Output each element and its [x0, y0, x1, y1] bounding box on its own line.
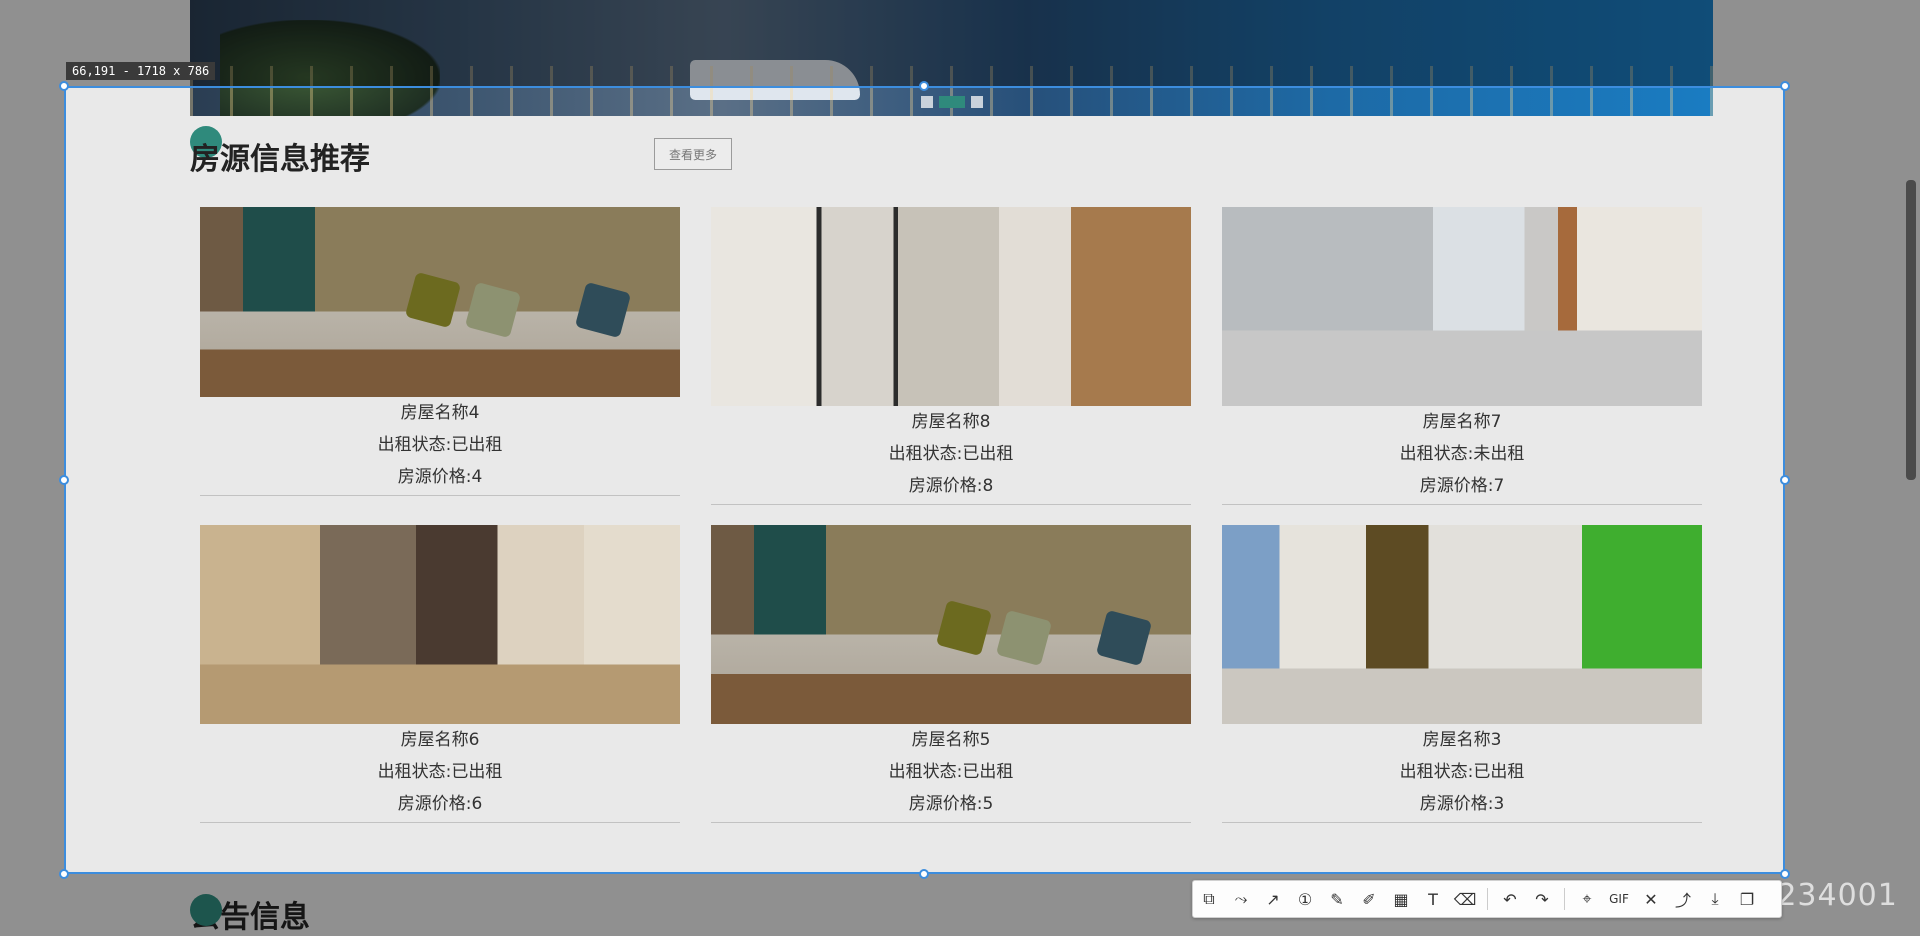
cancel-icon[interactable]: ✕ — [1635, 883, 1667, 915]
number-icon[interactable]: ① — [1289, 883, 1321, 915]
mosaic-icon[interactable]: ▦ — [1385, 883, 1417, 915]
polyline-icon[interactable]: ⤳ — [1225, 883, 1257, 915]
resize-handle-ne[interactable] — [1780, 81, 1790, 91]
share-icon[interactable]: ⤴ — [1667, 883, 1699, 915]
resize-handle-sw[interactable] — [59, 869, 69, 879]
toolbar-separator — [1487, 888, 1488, 910]
resize-handle-nw[interactable] — [59, 81, 69, 91]
download-icon[interactable]: ⤓ — [1699, 883, 1731, 915]
pen-icon[interactable]: ✎ — [1321, 883, 1353, 915]
copy-icon[interactable]: ❐ — [1731, 883, 1763, 915]
highlighter-icon[interactable]: ✐ — [1353, 883, 1385, 915]
resize-handle-s[interactable] — [919, 869, 929, 879]
shape-icon[interactable]: ⧉ — [1193, 883, 1225, 915]
dim-overlay — [0, 0, 1920, 86]
redo-icon[interactable]: ↷ — [1526, 883, 1558, 915]
resize-handle-n[interactable] — [919, 81, 929, 91]
eraser-icon[interactable]: ⌫ — [1449, 883, 1481, 915]
undo-icon[interactable]: ↶ — [1494, 883, 1526, 915]
resize-handle-w[interactable] — [59, 475, 69, 485]
dim-overlay — [1785, 86, 1920, 874]
pin-icon[interactable]: ⌖ — [1571, 883, 1603, 915]
capture-toolbar: ⧉ ⤳ ↗ ① ✎ ✐ ▦ T ⌫ ↶ ↷ ⌖ GIF ✕ ⤴ ⤓ ❐ — [1192, 880, 1782, 918]
text-icon[interactable]: T — [1417, 883, 1449, 915]
dim-overlay — [0, 86, 64, 874]
gif-icon[interactable]: GIF — [1603, 883, 1635, 915]
selection-size-label: 66,191 - 1718 x 786 — [66, 62, 216, 80]
capture-selection[interactable] — [64, 86, 1785, 874]
toolbar-separator — [1564, 888, 1565, 910]
arrow-icon[interactable]: ↗ — [1257, 883, 1289, 915]
resize-handle-e[interactable] — [1780, 475, 1790, 485]
